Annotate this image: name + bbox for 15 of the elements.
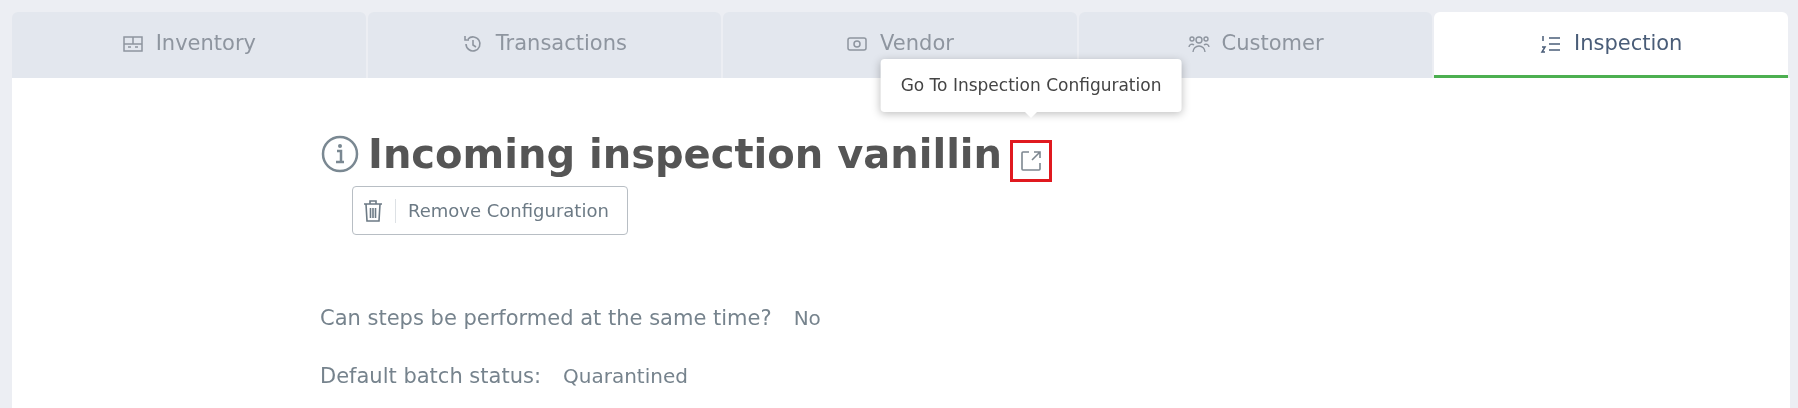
field-value: Quarantined — [563, 362, 688, 390]
tab[interactable]: Inspection — [1434, 12, 1788, 78]
external-link-button[interactable] — [1010, 140, 1053, 182]
field-value: No — [793, 305, 821, 332]
info-icon — [320, 134, 360, 174]
tab[interactable]: Transactions — [367, 12, 722, 78]
field-label: Can steps be performed at the same time? — [320, 305, 772, 332]
tab[interactable]: Customer — [1078, 12, 1433, 78]
tab[interactable]: Inventory — [12, 12, 366, 78]
trash-icon — [363, 198, 383, 223]
field-label: Default batch status: — [320, 362, 541, 390]
tooltip: Go To Inspection Configuration — [880, 58, 1182, 112]
external-link-icon — [1019, 149, 1044, 173]
remove-configuration-button[interactable]: Remove Configuration — [352, 186, 628, 235]
page-title: Incoming inspection vanillin — [368, 130, 1003, 178]
